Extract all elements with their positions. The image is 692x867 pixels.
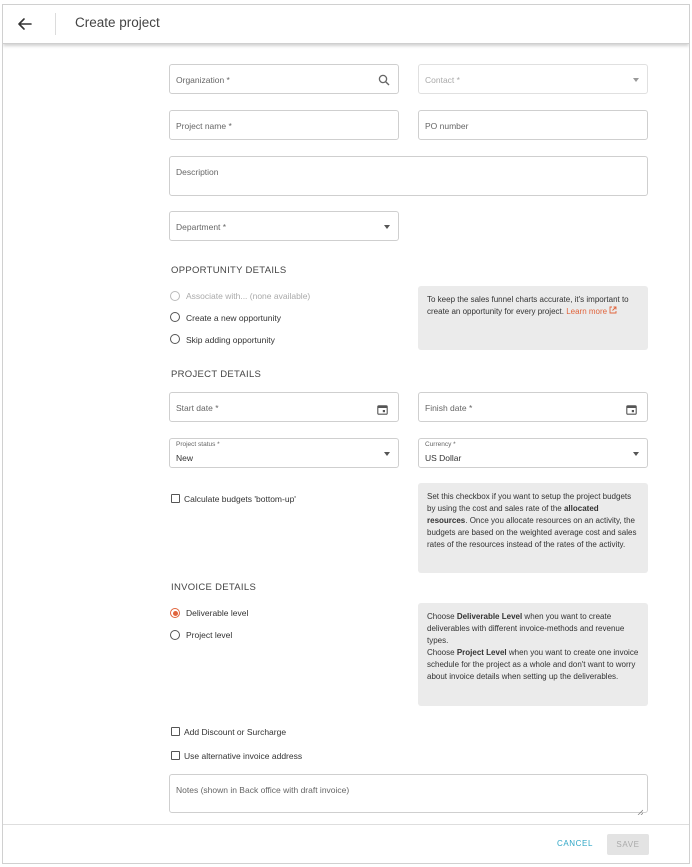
- contact-select[interactable]: Contact *: [418, 64, 648, 94]
- calendar-icon[interactable]: [377, 402, 388, 415]
- project-status-select[interactable]: Project status * New: [169, 438, 399, 468]
- po-number-field[interactable]: PO number: [418, 110, 648, 140]
- organization-field[interactable]: Organization *: [169, 64, 399, 94]
- header-divider: [55, 13, 56, 35]
- deliverable-level-label[interactable]: Deliverable level: [186, 608, 248, 618]
- notes-placeholder: Notes (shown in Back office with draft i…: [176, 785, 350, 795]
- budget-info-text: Set this checkbox if you want to setup t…: [427, 492, 632, 513]
- chevron-down-icon: [384, 225, 390, 229]
- finish-date-field[interactable]: Finish date *: [418, 392, 648, 422]
- currency-select[interactable]: Currency * US Dollar: [418, 438, 648, 468]
- currency-value: US Dollar: [425, 453, 462, 463]
- cancel-button[interactable]: CANCEL: [557, 839, 593, 848]
- invoice-info-bold: Project Level: [456, 648, 507, 657]
- project-status-label: Project status *: [176, 441, 220, 448]
- description-field[interactable]: Description: [169, 156, 648, 196]
- discount-label[interactable]: Add Discount or Surcharge: [184, 727, 286, 737]
- chevron-down-icon: [384, 452, 390, 456]
- footer-bar: CANCEL SAVE: [3, 824, 689, 863]
- budget-bottom-up-label[interactable]: Calculate budgets 'bottom-up': [184, 494, 296, 504]
- department-select[interactable]: Department *: [169, 211, 399, 241]
- project-level-label[interactable]: Project level: [186, 630, 232, 640]
- project-level-radio[interactable]: [170, 630, 180, 640]
- project-status-value: New: [176, 453, 194, 463]
- discount-checkbox[interactable]: [171, 727, 180, 736]
- new-opportunity-radio[interactable]: [170, 312, 180, 322]
- external-link-icon: [609, 306, 617, 314]
- budget-info-box: Set this checkbox if you want to setup t…: [418, 483, 648, 573]
- alt-address-checkbox[interactable]: [171, 751, 180, 760]
- search-icon[interactable]: [378, 73, 390, 86]
- department-placeholder: Department *: [176, 222, 227, 232]
- budget-bottom-up-checkbox[interactable]: [171, 494, 180, 503]
- learn-more-link[interactable]: Learn more: [566, 306, 617, 316]
- chevron-down-icon: [633, 78, 639, 82]
- contact-placeholder: Contact *: [425, 75, 460, 85]
- alt-address-label[interactable]: Use alternative invoice address: [184, 751, 302, 761]
- learn-more-label[interactable]: Learn more: [566, 307, 607, 316]
- project-name-field[interactable]: Project name *: [169, 110, 399, 140]
- invoice-info-text: Choose: [427, 648, 455, 657]
- organization-placeholder: Organization *: [176, 75, 230, 85]
- finish-date-placeholder: Finish date *: [425, 403, 473, 413]
- skip-opportunity-label[interactable]: Skip adding opportunity: [186, 335, 275, 345]
- deliverable-level-radio[interactable]: [170, 608, 180, 618]
- opportunity-section-title: OPPORTUNITY DETAILS: [171, 265, 287, 276]
- invoice-info-para-2: Choose Project Level when you want to cr…: [427, 647, 639, 683]
- associate-label: Associate with... (none available): [186, 291, 311, 301]
- back-arrow-icon[interactable]: [15, 14, 35, 34]
- invoice-info-para-1: Choose Deliverable Level when you want t…: [427, 611, 639, 647]
- invoice-info-bold: Deliverable Level: [456, 612, 523, 621]
- calendar-icon[interactable]: [626, 402, 637, 415]
- po-number-placeholder: PO number: [425, 121, 469, 131]
- page-title: Create project: [75, 15, 160, 30]
- invoice-info-box: Choose Deliverable Level when you want t…: [418, 603, 648, 706]
- currency-label: Currency *: [425, 441, 456, 448]
- chevron-down-icon: [633, 452, 639, 456]
- new-opportunity-label[interactable]: Create a new opportunity: [186, 313, 281, 323]
- opportunity-info-box: To keep the sales funnel charts accurate…: [418, 286, 648, 350]
- invoice-section-title: INVOICE DETAILS: [171, 582, 257, 593]
- project-details-section-title: PROJECT DETAILS: [171, 369, 262, 380]
- notes-textarea[interactable]: Notes (shown in Back office with draft i…: [169, 774, 648, 816]
- start-date-field[interactable]: Start date *: [169, 392, 399, 422]
- start-date-placeholder: Start date *: [176, 403, 219, 413]
- project-name-placeholder: Project name *: [176, 121, 232, 131]
- description-placeholder: Description: [176, 167, 219, 177]
- save-button[interactable]: SAVE: [607, 834, 649, 855]
- associate-radio: [170, 291, 180, 301]
- create-project-window: Create project Organization * Contact * …: [2, 4, 690, 864]
- top-bar: Create project: [3, 5, 689, 44]
- invoice-info-text: Choose: [427, 612, 455, 621]
- skip-opportunity-radio[interactable]: [170, 334, 180, 344]
- resize-handle-icon[interactable]: [637, 802, 644, 816]
